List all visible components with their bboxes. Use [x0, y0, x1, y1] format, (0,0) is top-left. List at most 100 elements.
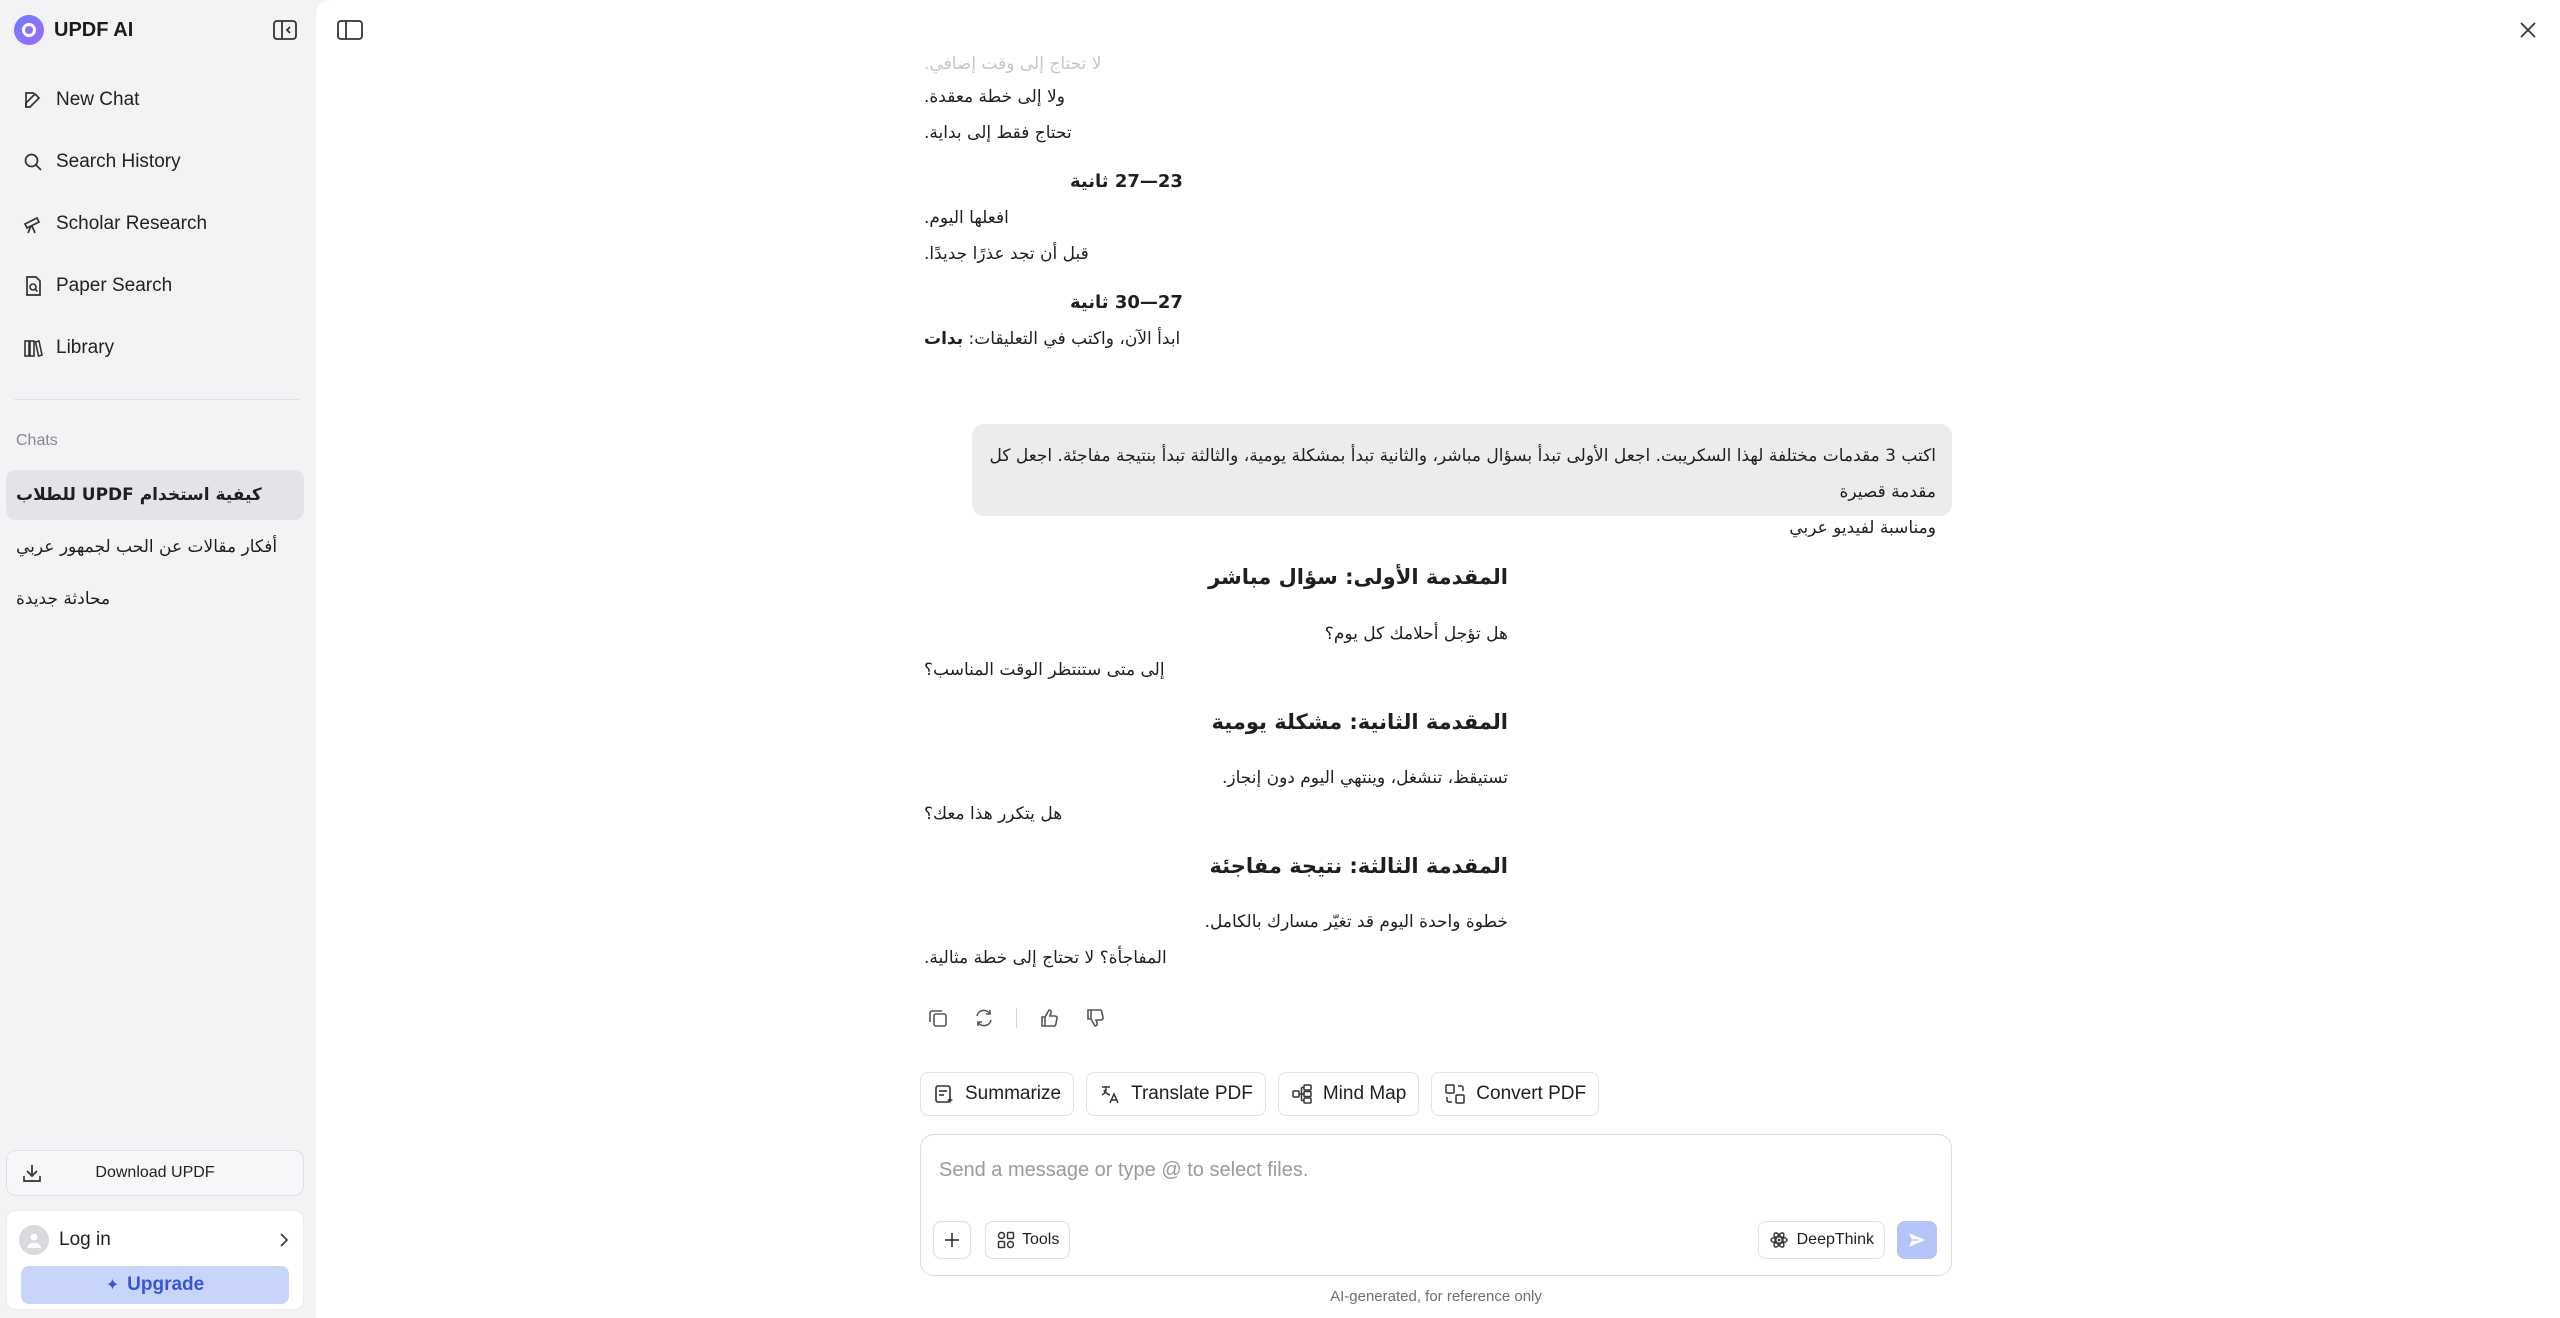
updf-logo-icon: [14, 15, 44, 45]
assistant-cta-line: ابدأ الآن، واكتب في التعليقات: بدات: [924, 329, 1180, 349]
convert-pdf-button[interactable]: Convert PDF: [1431, 1072, 1600, 1116]
copy-icon: [929, 1010, 947, 1027]
sidebar-nav: New Chat Search History Scholar Research…: [10, 76, 302, 386]
thumbs-down-icon: [1087, 1009, 1104, 1027]
section-timestamp: 23—27 ثانية: [1070, 171, 1183, 192]
convert-icon: [1445, 1084, 1466, 1104]
user-icon: [27, 1233, 41, 1248]
brand-name: UPDF AI: [54, 18, 134, 41]
telescope-icon: [23, 216, 41, 234]
nav-label: New Chat: [56, 89, 140, 110]
summarize-icon: [935, 1085, 953, 1103]
intro-heading: المقدمة الثانية: مشكلة يومية: [1211, 710, 1508, 734]
quick-label: Translate PDF: [1131, 1083, 1253, 1104]
sparkle-icon: ✦: [105, 1277, 120, 1294]
deepthink-label: DeepThink: [1796, 1231, 1874, 1248]
intro-heading: المقدمة الأولى: سؤال مباشر: [1208, 565, 1508, 589]
atom-icon: [1769, 1232, 1788, 1248]
assistant-line: خطوة واحدة اليوم قد تغيّر مسارك بالكامل.: [1204, 912, 1508, 932]
attach-button[interactable]: [933, 1221, 971, 1259]
summarize-button[interactable]: Summarize: [920, 1072, 1075, 1116]
sidebar: UPDF AI New Chat Search History Scholar …: [0, 0, 312, 1318]
quick-actions: Summarize Translate PDF Mind Map Convert…: [920, 1072, 1611, 1116]
chats-heading: Chats: [16, 432, 58, 449]
nav-new-chat[interactable]: New Chat: [10, 76, 302, 124]
login-label: Log in: [59, 1229, 111, 1250]
refresh-icon: [976, 1009, 992, 1027]
document-search-icon: [26, 276, 41, 296]
mind-map-button[interactable]: Mind Map: [1277, 1072, 1420, 1116]
assistant-line: هل يتكرر هذا معك؟: [924, 804, 1063, 824]
tools-label: Tools: [1022, 1231, 1060, 1248]
collapse-sidebar-button[interactable]: [272, 18, 298, 42]
chat-item[interactable]: أفكار مقالات عن الحب لجمهور عربي: [6, 522, 304, 572]
mind-map-icon: [1292, 1084, 1312, 1104]
brand[interactable]: UPDF AI: [14, 14, 133, 46]
nav-paper-search[interactable]: Paper Search: [10, 262, 302, 310]
sidebar-collapse-icon: [273, 20, 297, 40]
assistant-line: هل تؤجل أحلامك كل يوم؟: [1324, 624, 1508, 644]
nav-scholar-research[interactable]: Scholar Research: [10, 200, 302, 248]
sidebar-divider: [14, 399, 300, 400]
thumbs-down-button[interactable]: [1081, 1004, 1109, 1032]
avatar: [19, 1225, 49, 1255]
composer: Tools DeepThink: [920, 1134, 1952, 1276]
quick-label: Convert PDF: [1476, 1083, 1587, 1104]
quick-label: Mind Map: [1322, 1083, 1407, 1104]
assistant-line: تستيقظ، تنشغل، وينتهي اليوم دون إنجاز.: [1221, 768, 1508, 788]
chat-list: كيفية استخدام UPDF للطلاب أفكار مقالات ع…: [6, 470, 304, 626]
regenerate-button[interactable]: [970, 1004, 998, 1032]
message-input[interactable]: [939, 1155, 1929, 1185]
nav-label: Search History: [56, 151, 181, 172]
nav-library[interactable]: Library: [10, 324, 302, 372]
assistant-line: افعلها اليوم.: [924, 208, 1009, 228]
quick-label: Summarize: [965, 1083, 1062, 1104]
thumbs-up-button[interactable]: [1035, 1004, 1063, 1032]
assistant-line: قبل أن تجد عذرًا جديدًا.: [924, 244, 1089, 264]
translate-icon: [1101, 1086, 1119, 1104]
nav-label: Paper Search: [56, 275, 173, 296]
cta-bold: بدات: [924, 329, 964, 349]
tools-icon: [997, 1231, 1015, 1249]
assistant-line: المفاجأة؟ لا تحتاج إلى خطة مثالية.: [924, 948, 1167, 968]
chat-item-active[interactable]: كيفية استخدام UPDF للطلاب: [6, 470, 304, 520]
intro-heading: المقدمة الثالثة: نتيجة مفاجئة: [1209, 854, 1508, 878]
upgrade-button[interactable]: ✦ Upgrade: [21, 1266, 289, 1304]
assistant-line: إلى متى ستنتظر الوقت المناسب؟: [924, 660, 1165, 680]
user-message-bubble: اكتب 3 مقدمات مختلفة لهذا السكريبت. اجعل…: [972, 424, 1952, 538]
conversation: لا تحتاج إلى وقت إضافي. ولا إلى خطة معقد…: [316, 0, 2560, 1318]
download-icon: [23, 1165, 41, 1182]
chat-item[interactable]: محادثة جديدة: [6, 574, 304, 624]
search-icon: [24, 153, 42, 171]
deepthink-toggle[interactable]: DeepThink: [1757, 1221, 1885, 1259]
message-actions: [924, 1004, 1127, 1032]
nav-label: Library: [56, 337, 115, 358]
cta-prefix: ابدأ الآن، واكتب في التعليقات:: [963, 329, 1181, 349]
translate-pdf-button[interactable]: Translate PDF: [1086, 1072, 1266, 1116]
nav-search-history[interactable]: Search History: [10, 138, 302, 186]
copy-button[interactable]: [924, 1004, 952, 1032]
user-message-line: اكتب 3 مقدمات مختلفة لهذا السكريبت. اجعل…: [989, 446, 1936, 502]
chevron-right-icon: [280, 1233, 289, 1247]
assistant-line: تحتاج فقط إلى بداية.: [924, 123, 1072, 143]
user-message-line: ومناسبة لفيديو عربي: [1789, 518, 1936, 538]
upgrade-label: Upgrade: [127, 1274, 205, 1295]
edit-icon: [25, 92, 41, 108]
tools-button[interactable]: Tools: [985, 1221, 1071, 1259]
download-label: Download UPDF: [95, 1164, 215, 1181]
nav-label: Scholar Research: [56, 213, 208, 234]
assistant-line-faded: لا تحتاج إلى وقت إضافي.: [924, 54, 1102, 74]
download-updf-button[interactable]: Download UPDF: [6, 1150, 304, 1196]
login-button[interactable]: Log in: [19, 1223, 293, 1257]
send-icon: [1909, 1233, 1925, 1247]
thumbs-up-icon: [1041, 1009, 1058, 1027]
plus-icon: [945, 1233, 959, 1247]
account-card: Log in ✦ Upgrade: [6, 1210, 304, 1310]
disclaimer: AI-generated, for reference only: [1330, 1288, 1542, 1305]
main-panel: لا تحتاج إلى وقت إضافي. ولا إلى خطة معقد…: [316, 0, 2560, 1318]
section-timestamp: 27—30 ثانية: [1070, 292, 1183, 313]
send-button[interactable]: [1897, 1221, 1937, 1259]
assistant-line: ولا إلى خطة معقدة.: [924, 87, 1065, 107]
actions-divider: [1016, 1008, 1017, 1028]
library-icon: [24, 339, 43, 358]
